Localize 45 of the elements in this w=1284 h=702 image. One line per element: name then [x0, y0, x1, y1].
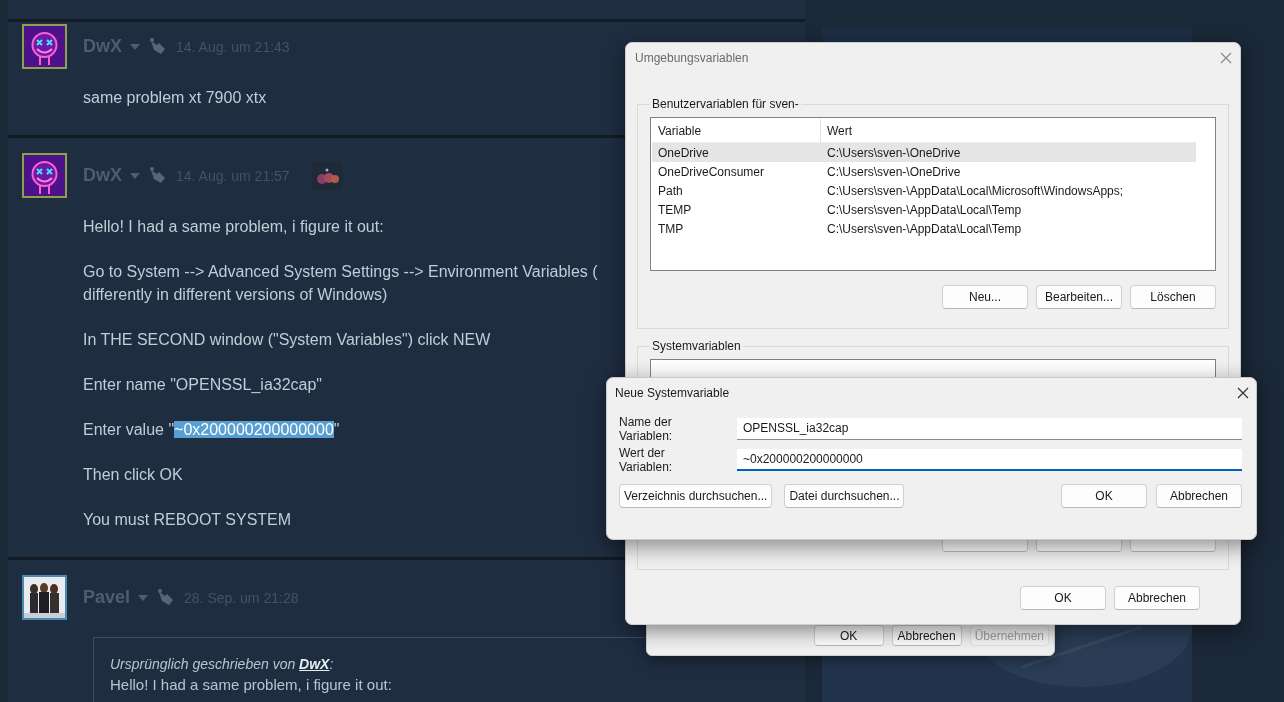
- list-row[interactable]: Path C:\Users\sven-\AppData\Local\Microsoft\WindowsApps;: [652, 181, 1196, 200]
- column-header[interactable]: Wert: [821, 123, 853, 138]
- list-row[interactable]: OneDriveConsumer C:\Users\sven-\OneDrive: [652, 162, 1196, 181]
- list-button[interactable]: Neu...: [942, 285, 1028, 309]
- post-text: You must REBOOT SYSTEM: [83, 510, 292, 530]
- group-label: Systemvariablen: [651, 339, 742, 353]
- list-row[interactable]: TEMP C:\Users\sven-\AppData\Local\Temp: [652, 200, 1196, 219]
- browse-button[interactable]: Datei durchsuchen...: [784, 484, 905, 508]
- hand-icon[interactable]: [148, 36, 168, 57]
- field-label: Name der Variablen:: [619, 414, 674, 443]
- close-icon[interactable]: [1237, 387, 1249, 399]
- list-button[interactable]: Löschen: [1130, 285, 1216, 309]
- group-label: Benutzervariablen für sven-: [651, 97, 800, 111]
- avatar-icon[interactable]: [22, 153, 67, 198]
- caret-icon[interactable]: [130, 172, 140, 179]
- dialog-button[interactable]: Abbrechen: [1156, 484, 1242, 508]
- post-text: Then click OK: [83, 465, 183, 485]
- quote-attribution: Ursprünglich geschrieben von DwX:: [110, 655, 335, 674]
- input-field[interactable]: ~0x200000200000000: [737, 448, 1242, 471]
- author-link[interactable]: DwX: [299, 656, 330, 672]
- post-text: Enter name "OPENSSL_ia32cap": [83, 375, 323, 395]
- dialog-button[interactable]: OK: [1020, 586, 1106, 610]
- dialog-button[interactable]: OK: [813, 625, 884, 646]
- caret-icon[interactable]: [138, 594, 149, 601]
- browse-button[interactable]: Verzeichnis durchsuchen...: [619, 484, 773, 508]
- post-text: same problem xt 7900 xtx: [83, 88, 267, 108]
- list-button[interactable]: Bearbeiten...: [1036, 285, 1122, 309]
- window-title: Umgebungsvariablen: [635, 51, 749, 65]
- list-row[interactable]: OneDrive C:\Users\sven-\OneDrive: [652, 143, 1196, 162]
- list-row[interactable]: TMP C:\Users\sven-\AppData\Local\Temp: [652, 219, 1196, 238]
- post-text: In THE SECOND window ("System Variables") click NEW: [83, 330, 491, 350]
- avatar-icon[interactable]: [22, 24, 67, 69]
- hand-icon[interactable]: [148, 165, 168, 186]
- input-field[interactable]: OPENSSL_ia32cap: [737, 417, 1242, 440]
- post-text: Go to System --> Advanced System Settings --> Environment Variables ( differently in different versions of Windows): [83, 262, 598, 305]
- column-header[interactable]: Variable: [652, 119, 821, 142]
- variable-list[interactable]: [650, 117, 1216, 271]
- window-title: Neue Systemvariable: [615, 386, 731, 402]
- dialog-button[interactable]: Abbrechen: [1114, 586, 1200, 610]
- field-label: Wert der Variablen:: [619, 445, 674, 474]
- dialog-button[interactable]: Abbrechen: [891, 625, 962, 646]
- quote-text: Hello! I had a same problem, i figure it out:: [110, 675, 393, 695]
- dialog-button[interactable]: OK: [1061, 484, 1147, 508]
- post-text: Hello! I had a same problem, i figure it out:: [83, 217, 384, 237]
- caret-icon[interactable]: [130, 43, 140, 50]
